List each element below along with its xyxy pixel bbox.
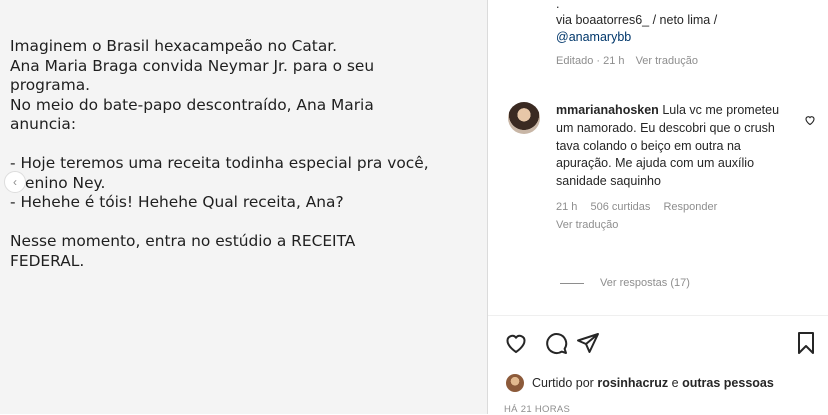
comment-button[interactable]: [544, 331, 570, 357]
paper-plane-icon: [577, 333, 599, 353]
post-text-line: [10, 213, 480, 233]
caption: . via boaatorres6_ / neto lima / @anamar…: [556, 0, 816, 70]
side-panel: . via boaatorres6_ / neto lima / @anamar…: [488, 0, 828, 415]
heart-icon: [506, 334, 526, 354]
caption-credit: via boaatorres6_ / neto lima /: [556, 13, 718, 27]
post-text-line: Nesse momento, entra no estúdio a RECEIT…: [10, 232, 356, 250]
share-button[interactable]: [576, 331, 602, 357]
chevron-left-icon: ‹: [13, 175, 17, 189]
post-text-line: FEDERAL.: [10, 251, 85, 270]
post-text-line: [10, 135, 480, 155]
caption-dot: .: [556, 0, 560, 11]
comment-like-button[interactable]: [804, 114, 816, 129]
liked-by: Curtido por rosinhacruz e outras pessoas: [506, 374, 774, 392]
caption-translate-link[interactable]: Ver tradução: [636, 55, 698, 67]
liked-others[interactable]: outras pessoas: [682, 376, 774, 390]
view-replies-button[interactable]: Ver respostas (17): [560, 277, 690, 289]
post-text-line: - Hehehe é tóis! Hehehe Qual receita, An…: [10, 193, 344, 211]
post-image: Imaginem o Brasil hexacampeão no Catar. A…: [0, 0, 487, 414]
caption-edited: Editado · 21 h: [556, 55, 625, 67]
post-text: Imaginem o Brasil hexacampeão no Catar. A…: [10, 37, 480, 271]
liked-user[interactable]: rosinhacruz: [597, 376, 668, 390]
bookmark-icon: [798, 332, 814, 354]
liker-avatar[interactable]: [506, 374, 524, 392]
post-text-line: menino Ney.: [10, 173, 106, 192]
post-text-line: No meio do bate-papo descontraído, Ana M…: [10, 95, 374, 114]
carousel-prev-button[interactable]: ‹: [4, 171, 26, 193]
comment-time: 21 h: [556, 200, 578, 213]
post-text-line: - Hoje teremos uma receita todinha espec…: [10, 154, 429, 172]
save-button[interactable]: [794, 331, 820, 357]
comment-bubble-icon: [546, 333, 568, 355]
post-timestamp: HÁ 21 HORAS: [504, 404, 571, 415]
comment-username[interactable]: mmarianahosken: [556, 103, 659, 117]
action-bar: [504, 331, 820, 357]
caption-mention[interactable]: @anamarybb: [556, 30, 631, 44]
replies-line: [560, 282, 584, 284]
heart-icon: [805, 116, 815, 126]
post-text-line: Ana Maria Braga convida Neymar Jr. para …: [10, 56, 375, 75]
post-text-line: programa.: [10, 76, 91, 94]
comment-translate-link[interactable]: Ver tradução: [556, 219, 618, 231]
post-text-line: anuncia:: [10, 115, 77, 133]
comment-likes[interactable]: 506 curtidas: [590, 201, 650, 213]
actions-divider: [488, 315, 828, 316]
liked-middle: e: [671, 376, 679, 390]
view-replies-label: Ver respostas (17): [600, 277, 690, 289]
post-text-line: Imaginem o Brasil hexacampeão no Catar.: [10, 37, 338, 55]
comment-reply-button[interactable]: Responder: [663, 201, 717, 213]
avatar[interactable]: [508, 102, 540, 134]
like-button[interactable]: [504, 331, 530, 357]
liked-prefix: Curtido por: [532, 376, 594, 390]
